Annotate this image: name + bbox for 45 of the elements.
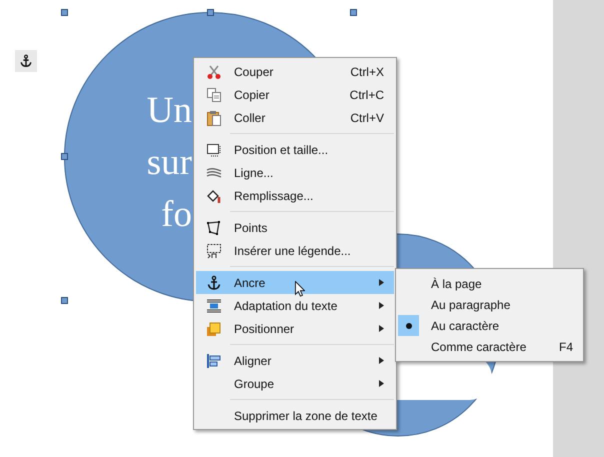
shape-text: Un	[146, 89, 192, 133]
anchor-icon	[19, 54, 33, 68]
menu-item[interactable]: Coller Ctrl+V	[196, 106, 394, 129]
submenu-arrow-icon	[379, 357, 384, 364]
menu-item[interactable]: Groupe	[196, 372, 394, 395]
selection-handle[interactable]	[207, 9, 214, 16]
submenu-item[interactable]: Au paragraphe	[396, 294, 583, 315]
selection-handle[interactable]	[61, 297, 68, 304]
anchor-marker[interactable]	[15, 50, 37, 72]
mouse-cursor-icon	[295, 281, 305, 297]
menu-item[interactable]: Adaptation du texte	[196, 294, 394, 317]
submenu-arrow-icon	[379, 302, 384, 309]
text-wrap-icon	[206, 298, 222, 314]
scissors-icon	[206, 64, 222, 80]
menu-item[interactable]: Ligne...	[196, 161, 394, 184]
copy-icon	[206, 86, 222, 102]
menu-item[interactable]: Points	[196, 216, 394, 239]
align-icon	[206, 352, 222, 368]
submenu-item[interactable]: À la page	[396, 273, 583, 294]
submenu-arrow-icon	[379, 380, 384, 387]
submenu-arrow-icon	[379, 325, 384, 332]
paint-bucket-icon	[206, 188, 222, 204]
selection-handle[interactable]	[61, 9, 68, 16]
menu-item[interactable]: Couper Ctrl+X	[196, 60, 394, 83]
shape-text: sur	[146, 141, 192, 185]
menu-item[interactable]: Remplissage...	[196, 184, 394, 207]
arrange-icon	[206, 320, 222, 336]
selection-handle[interactable]	[350, 9, 357, 16]
clipboard-icon	[206, 110, 222, 126]
shape-text: fo	[161, 193, 192, 237]
submenu-arrow-icon	[379, 279, 384, 286]
submenu-item[interactable]: Au caractère	[396, 315, 583, 336]
menu-item[interactable]: Copier Ctrl+C	[196, 83, 394, 106]
submenu-item[interactable]: Comme caractère F4	[396, 336, 583, 357]
anchor-icon	[206, 274, 222, 290]
menu-item[interactable]: Insérer une légende...	[196, 239, 394, 262]
menu-item[interactable]: Positionner	[196, 317, 394, 340]
menu-item[interactable]: Position et taille...	[196, 138, 394, 161]
polygon-points-icon	[206, 220, 222, 236]
selection-handle[interactable]	[61, 153, 68, 160]
frame-icon	[206, 142, 222, 158]
menu-item[interactable]: Supprimer la zone de texte	[196, 404, 394, 427]
menu-item[interactable]: Ancre	[196, 271, 394, 294]
menu-item[interactable]: Aligner	[196, 349, 394, 372]
callout-icon	[206, 242, 222, 258]
